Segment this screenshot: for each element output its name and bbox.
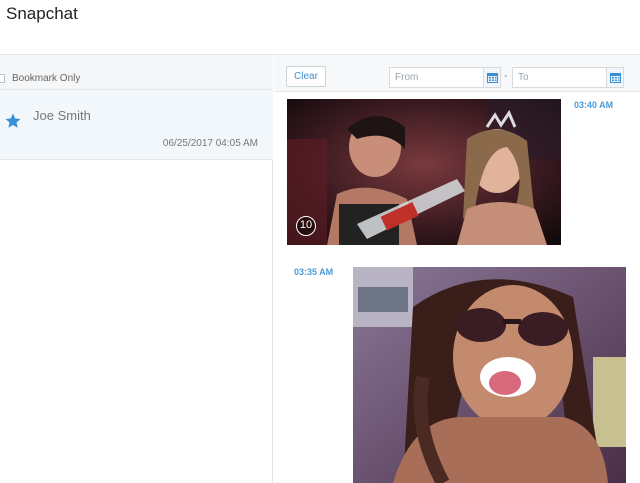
filter-bar: Bookmark Only [0, 55, 273, 90]
to-date-input[interactable]: To [512, 67, 608, 88]
contact-item[interactable]: Joe Smith 06/25/2017 04:05 AM [0, 90, 273, 160]
selfie-photo [353, 267, 626, 483]
app-window: Snapchat Bookmark Only Joe Smith 06/25/2… [0, 0, 640, 483]
calendar-icon[interactable] [606, 67, 624, 88]
contacts-panel: Bookmark Only Joe Smith 06/25/2017 04:05… [0, 55, 273, 483]
bookmark-only-checkbox[interactable] [0, 74, 5, 83]
app-title: Snapchat [6, 4, 78, 23]
bookmark-only-label: Bookmark Only [12, 73, 81, 84]
clear-button[interactable]: Clear [286, 66, 326, 87]
from-date-input[interactable]: From [389, 67, 485, 88]
message-time: 03:40 AM [574, 100, 614, 110]
party-photo [287, 99, 561, 245]
snap-image-party[interactable]: 10 [287, 99, 561, 245]
date-range-separator: - [504, 71, 508, 82]
date-filter-toolbar: Clear From - To [274, 55, 640, 92]
message-time: 03:35 AM [294, 267, 334, 277]
calendar-icon[interactable] [483, 67, 501, 88]
contact-timestamp: 06/25/2017 04:05 AM [162, 138, 258, 149]
contact-name: Joe Smith [33, 108, 91, 123]
star-icon[interactable] [4, 112, 22, 130]
timer-badge-icon: 10 [296, 216, 316, 236]
snap-image-selfie[interactable] [353, 267, 626, 483]
